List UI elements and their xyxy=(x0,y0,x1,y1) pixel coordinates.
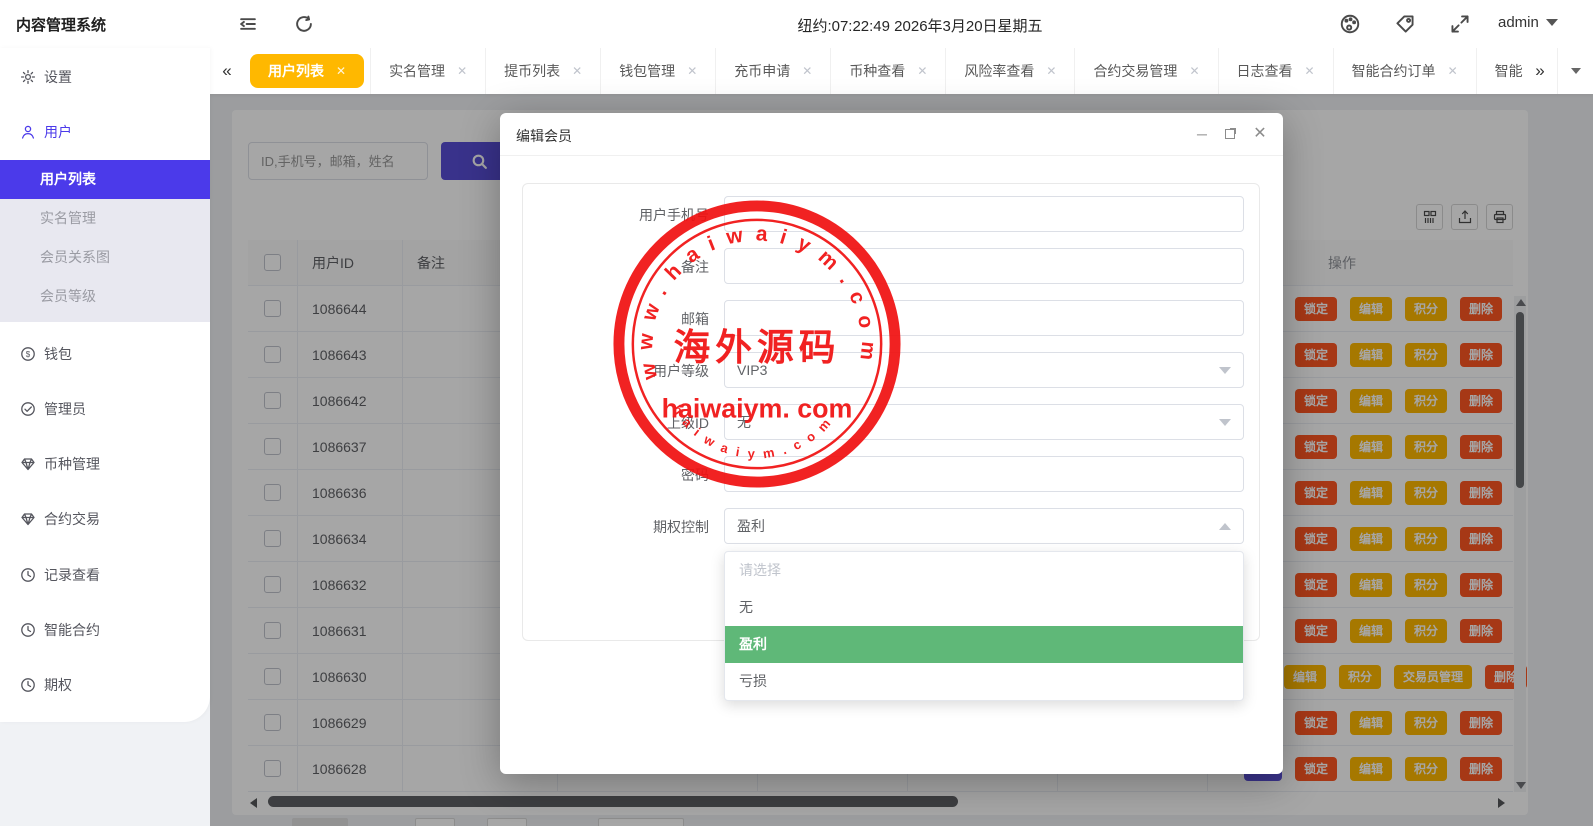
parent-id-select[interactable]: 无 xyxy=(724,404,1244,440)
tab-close-icon[interactable]: ✕ xyxy=(917,64,927,78)
tab-bar: « 用户列表 ✕ 实名管理 ✕ 提币列表 ✕ 钱包管理 ✕ 充币申请 ✕ 币种查看 ✕ 风险… xyxy=(210,48,1593,94)
gem-icon xyxy=(20,511,36,527)
submenu-item-member-graph[interactable]: 会员关系图 xyxy=(0,238,210,277)
option-control-dropdown: 请选择 无 盈利 亏损 xyxy=(724,551,1244,701)
password-input[interactable] xyxy=(724,456,1244,492)
tab-deposit-apply[interactable]: 充币申请 ✕ xyxy=(715,48,830,94)
minimize-icon[interactable]: ─ xyxy=(1193,125,1211,143)
sidebar-item-records[interactable]: 记录查看 xyxy=(0,558,210,592)
dropdown-option-placeholder[interactable]: 请选择 xyxy=(725,552,1243,589)
chevron-up-icon xyxy=(1219,522,1231,530)
submenu-item-member-level[interactable]: 会员等级 xyxy=(0,277,210,316)
fullscreen-icon[interactable] xyxy=(1449,13,1471,35)
sidebar-item-admins[interactable]: 管理员 xyxy=(0,392,210,426)
close-icon[interactable]: ✕ xyxy=(1251,125,1269,143)
tab-wallet-manage[interactable]: 钱包管理 ✕ xyxy=(600,48,715,94)
submenu-item-user-list[interactable]: 用户列表 xyxy=(0,160,210,199)
sidebar-item-contract-trade[interactable]: 合约交易 xyxy=(0,502,210,536)
history-icon xyxy=(20,567,36,583)
tab-coin-view[interactable]: 币种查看 ✕ xyxy=(830,48,945,94)
theme-palette-icon[interactable] xyxy=(1339,13,1361,35)
tabs-scroll-right-icon[interactable]: » xyxy=(1523,61,1557,81)
field-user-level: 用户等级 VIP3 xyxy=(500,352,1283,388)
user-level-select[interactable]: VIP3 xyxy=(724,352,1244,388)
tab-smart-contract-orders[interactable]: 智能合约订单 ✕ xyxy=(1332,48,1476,94)
app-title: 内容管理系统 xyxy=(16,17,107,34)
tab-smart-contract[interactable]: 智能合约 xyxy=(1475,48,1523,94)
tabs-strip: 用户列表 ✕ 实名管理 ✕ 提币列表 ✕ 钱包管理 ✕ 充币申请 ✕ 币种查看 ✕ 风险率查… xyxy=(244,48,1523,94)
history-icon xyxy=(20,677,36,693)
users-submenu: 用户列表 实名管理 会员关系图 会员等级 xyxy=(0,160,210,322)
tab-close-icon[interactable]: ✕ xyxy=(1189,64,1199,78)
check-circle-icon xyxy=(20,401,36,417)
wallet-icon: $ xyxy=(20,346,36,362)
tab-close-icon[interactable]: ✕ xyxy=(1305,64,1315,78)
dropdown-option-loss[interactable]: 亏损 xyxy=(725,663,1243,700)
field-phone: 用户手机号 xyxy=(500,196,1283,232)
tab-contract-trade[interactable]: 合约交易管理 ✕ xyxy=(1074,48,1217,94)
tab-risk-view[interactable]: 风险率查看 ✕ xyxy=(945,48,1074,94)
field-parent-id: 上级ID 无 xyxy=(500,404,1283,440)
gem-icon xyxy=(20,456,36,472)
sidebar-item-coin-manage[interactable]: 币种管理 xyxy=(0,447,210,481)
field-password: 密码 xyxy=(500,456,1283,492)
tab-close-icon[interactable]: ✕ xyxy=(802,64,812,78)
tabs-menu-icon[interactable] xyxy=(1557,48,1593,94)
email-input[interactable] xyxy=(724,300,1244,336)
top-header: 内容管理系统 纽约:07:22:49 2026年3月20日星期五 admin xyxy=(0,0,1593,48)
option-control-select[interactable]: 盈利 xyxy=(724,508,1244,544)
sidebar-item-smart-contract[interactable]: 智能合约 xyxy=(0,613,210,647)
modal-title: 编辑会员 xyxy=(516,128,572,144)
chevron-down-icon xyxy=(1219,418,1231,426)
tab-close-icon[interactable]: ✕ xyxy=(1046,64,1056,78)
username: admin xyxy=(1498,14,1539,31)
phone-input[interactable] xyxy=(724,196,1244,232)
field-note: 备注 xyxy=(500,248,1283,284)
field-option-control: 期权控制 盈利 xyxy=(500,508,1283,544)
sidebar-item-settings[interactable]: 设置 xyxy=(0,60,210,94)
sidebar-item-users[interactable]: 用户 xyxy=(0,115,210,149)
tabs-scroll-left-icon[interactable]: « xyxy=(210,61,244,81)
dropdown-option-profit[interactable]: 盈利 xyxy=(725,626,1243,663)
submenu-item-realname[interactable]: 实名管理 xyxy=(0,199,210,238)
tab-close-icon[interactable]: ✕ xyxy=(457,64,467,78)
note-input[interactable] xyxy=(724,248,1244,284)
app-window: 内容管理系统 纽约:07:22:49 2026年3月20日星期五 admin «… xyxy=(0,0,1593,826)
clock-text: 纽约:07:22:49 2026年3月20日星期五 xyxy=(797,18,1043,35)
chevron-down-icon xyxy=(1219,366,1231,374)
tab-close-icon[interactable]: ✕ xyxy=(336,64,346,78)
refresh-icon[interactable] xyxy=(293,13,315,35)
sidebar-item-wallet[interactable]: $ 钱包 xyxy=(0,337,210,371)
dropdown-option-none[interactable]: 无 xyxy=(725,589,1243,626)
svg-text:$: $ xyxy=(26,350,31,359)
gear-icon xyxy=(20,69,36,85)
tab-user-list[interactable]: 用户列表 ✕ xyxy=(250,54,365,88)
tab-realname[interactable]: 实名管理 ✕ xyxy=(370,48,485,94)
tab-withdraw-list[interactable]: 提币列表 ✕ xyxy=(485,48,600,94)
sidebar-item-options[interactable]: 期权 xyxy=(0,668,210,702)
user-caret-icon xyxy=(1545,19,1558,26)
history-icon xyxy=(20,622,36,638)
tab-close-icon[interactable]: ✕ xyxy=(687,64,697,78)
tab-log-view[interactable]: 日志查看 ✕ xyxy=(1217,48,1333,94)
tag-icon[interactable] xyxy=(1394,13,1416,35)
sidebar-collapse-icon[interactable] xyxy=(237,13,259,35)
tab-close-icon[interactable]: ✕ xyxy=(572,64,582,78)
user-menu[interactable]: admin xyxy=(1498,14,1558,31)
tab-close-icon[interactable]: ✕ xyxy=(1448,64,1458,78)
user-icon xyxy=(20,124,36,140)
sidebar: 设置 用户 用户列表 实名管理 会员关系图 会员等级 $ 钱包 管理员 币种管理… xyxy=(0,48,210,722)
maximize-icon[interactable] xyxy=(1221,125,1239,143)
modal-header[interactable]: 编辑会员 ─ ✕ xyxy=(500,113,1283,156)
field-email: 邮箱 xyxy=(500,300,1283,336)
